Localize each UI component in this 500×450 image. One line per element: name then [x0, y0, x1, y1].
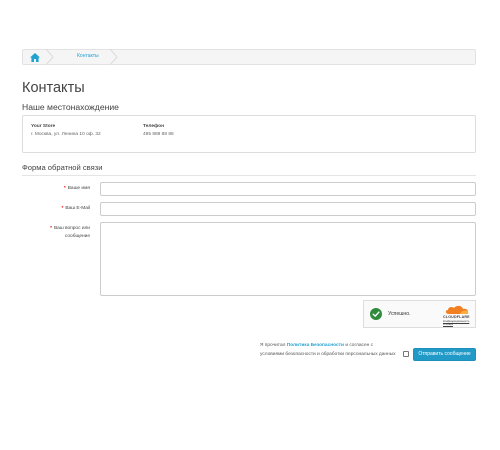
enquiry-textarea[interactable] [100, 222, 476, 296]
breadcrumb-separator [109, 49, 118, 65]
name-input[interactable] [100, 182, 476, 196]
phone-label: Телефон [143, 124, 164, 129]
agreement-text-after: и согласен с [343, 343, 374, 348]
location-panel: Your Store г. Москва, ул. Ленина 10 оф. … [22, 115, 476, 153]
store-name: Your Store [31, 124, 56, 129]
terms-link[interactable]: Условия [443, 323, 453, 326]
page-title: Контакты [22, 80, 85, 96]
captcha-status: Успешно. [388, 311, 411, 317]
legend-divider [22, 175, 476, 176]
name-label-text: Ваше имя [67, 186, 90, 191]
breadcrumb-link-contacts[interactable]: Контакты [77, 53, 99, 59]
cloudflare-cloud-icon [445, 305, 469, 314]
required-mark: * [50, 226, 52, 231]
cloudflare-brand: CLOUDFLARE [443, 315, 470, 319]
captcha-links: Конфиденциальность Условия [443, 320, 469, 326]
email-label: * Ваш E-Mail [61, 205, 90, 213]
privacy-policy-link[interactable]: Политика Безопасности [287, 343, 344, 348]
form-legend: Форма обратной связи [22, 163, 103, 172]
email-input[interactable] [100, 202, 476, 216]
location-title: Наше местонахождение [22, 102, 119, 112]
required-mark: * [63, 186, 66, 191]
agreement-text: Я прочитал Политика Безопасности и согла… [260, 343, 373, 348]
enquiry-label-line2: сообщение [64, 234, 90, 239]
store-address: г. Москва, ул. Ленина 10 оф. 32 [31, 132, 101, 137]
submit-button[interactable]: Отправить сообщение [413, 348, 476, 361]
breadcrumb: Контакты [22, 49, 476, 65]
agreement-text-line2: условиями безопасности и обработки персо… [260, 352, 396, 357]
phone-value: 495 888 88 88 [143, 132, 174, 137]
required-mark: * [61, 206, 64, 211]
breadcrumb-separator [45, 49, 54, 65]
enquiry-label: * Ваш вопрос или сообщение [50, 225, 90, 241]
turnstile-widget[interactable]: Успешно. CLOUDFLARE Конфиденциальность У… [363, 300, 476, 328]
agree-checkbox[interactable] [403, 351, 409, 357]
email-label-text: Ваш E-Mail [65, 206, 90, 211]
enquiry-label-line1: Ваш вопрос или [53, 226, 90, 231]
name-label: * Ваше имя [64, 185, 90, 193]
agreement-text-before: Я прочитал [260, 343, 287, 348]
success-check-icon [370, 308, 382, 320]
home-icon[interactable] [30, 53, 40, 62]
